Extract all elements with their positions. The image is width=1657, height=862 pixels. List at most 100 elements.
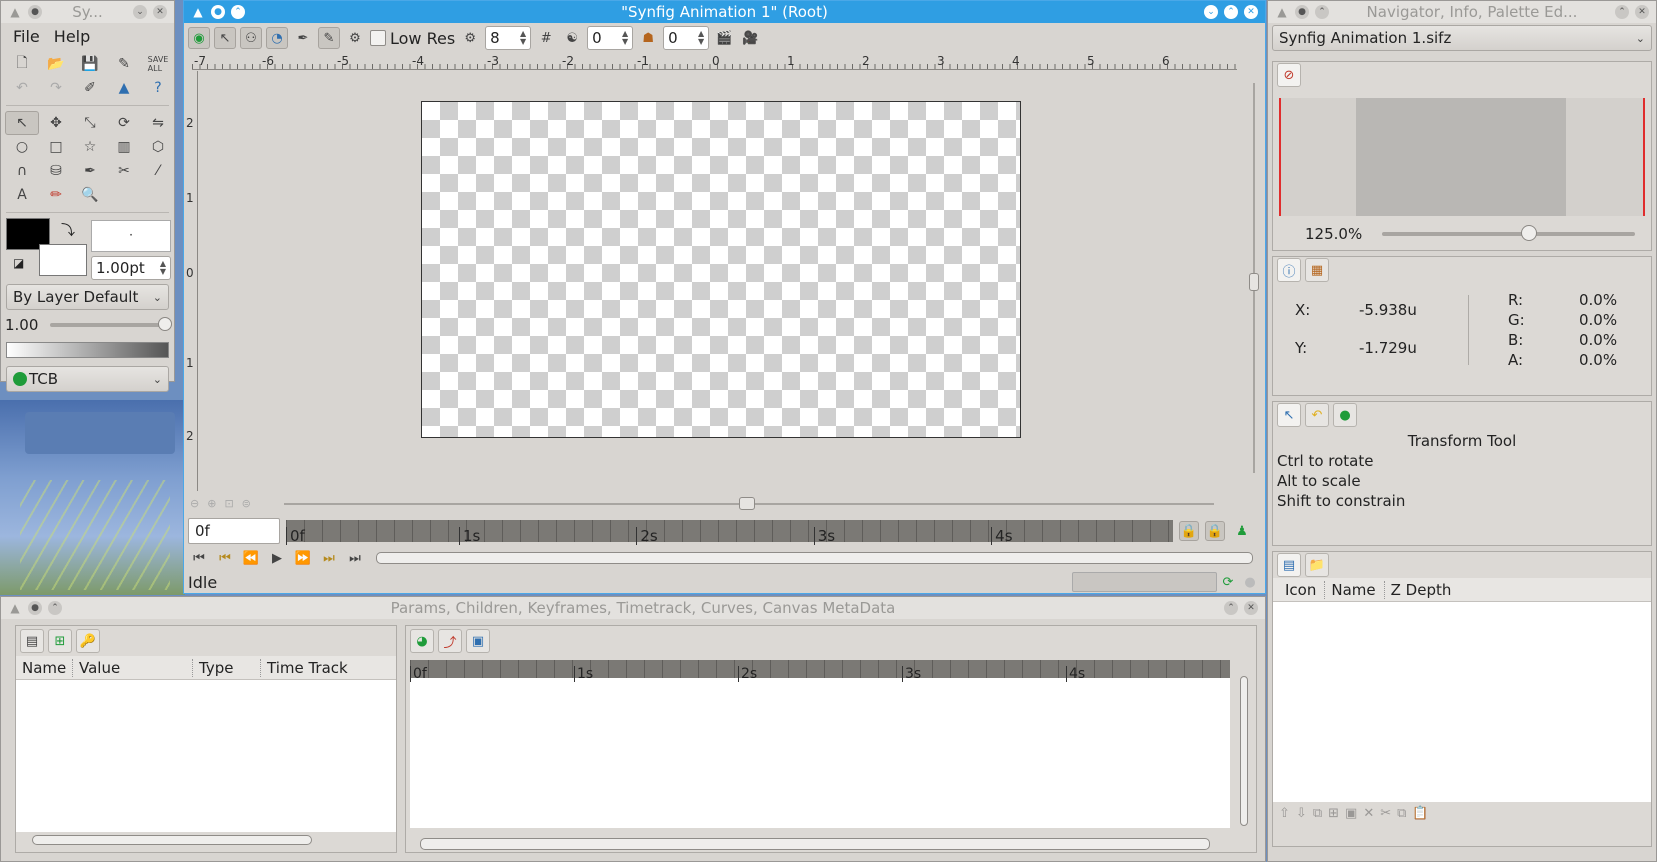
zoom-fit-icon[interactable]: ⊡ bbox=[224, 497, 233, 510]
prev-keyframe-icon[interactable]: ⏮ bbox=[214, 547, 236, 569]
encapsulate-layer-icon[interactable]: ⊞ bbox=[1328, 806, 1339, 821]
timetrack-tab-icon[interactable]: ◕ bbox=[410, 629, 434, 653]
copy-icon[interactable]: ⧉ bbox=[1397, 806, 1406, 821]
timetrack-area[interactable] bbox=[410, 678, 1230, 828]
play-icon[interactable]: ▶ bbox=[266, 547, 288, 569]
show-handles-icon[interactable]: ◉ bbox=[188, 27, 210, 49]
refresh-icon[interactable]: ⟳ bbox=[1217, 571, 1239, 593]
canvas-metadata-tab-icon[interactable]: ▣ bbox=[466, 629, 490, 653]
show-transform-icon[interactable]: ⚇ bbox=[240, 27, 262, 49]
params-list[interactable] bbox=[16, 680, 396, 832]
stop-icon[interactable]: ● bbox=[1239, 571, 1261, 593]
column-type[interactable]: Type bbox=[192, 658, 260, 677]
show-angle-icon[interactable]: ◔ bbox=[266, 27, 288, 49]
window-menu-icon[interactable]: ● bbox=[28, 601, 42, 615]
spin-arrows-icon[interactable]: ▲ ▼ bbox=[160, 260, 166, 276]
paste-icon[interactable]: 📋 bbox=[1412, 806, 1428, 821]
vertical-scrollbar[interactable] bbox=[1249, 73, 1259, 488]
prev-frame-icon[interactable]: ⏪ bbox=[240, 547, 262, 569]
save-icon[interactable]: 💾 bbox=[73, 52, 107, 76]
fill-color-swatch[interactable] bbox=[39, 244, 87, 276]
spin-arrows-icon[interactable]: ▲ ▼ bbox=[698, 30, 704, 46]
interpolation-select[interactable]: TCB ⌄ bbox=[6, 366, 169, 392]
zoom-reset-icon[interactable]: ⊜ bbox=[242, 497, 251, 510]
maximize-icon[interactable]: ⌃ bbox=[1224, 601, 1238, 615]
maximize-icon[interactable]: ⌃ bbox=[1615, 5, 1629, 19]
timetrack-ruler[interactable]: 0f 1s 2s 3s 4s bbox=[410, 660, 1230, 682]
keyframes-tab-icon[interactable]: 🔑 bbox=[76, 629, 100, 653]
onion-past-input[interactable]: 0 ▲ ▼ bbox=[587, 26, 634, 50]
seek-end-icon[interactable]: ⏭ bbox=[344, 547, 366, 569]
zoom-out-icon[interactable]: ⊖ bbox=[190, 497, 199, 510]
scroll-thumb[interactable] bbox=[739, 497, 755, 510]
cut-icon[interactable]: ✂ bbox=[1380, 806, 1391, 821]
slider-handle[interactable] bbox=[1521, 225, 1538, 241]
tool-options-tab-icon[interactable]: ↖ bbox=[1277, 403, 1301, 427]
keep-above-icon[interactable]: ⌃ bbox=[1315, 5, 1329, 19]
show-width-icon[interactable]: ✎ bbox=[318, 27, 340, 49]
library-tab-icon[interactable]: ▦ bbox=[1305, 258, 1329, 282]
timetrack-hscroll[interactable] bbox=[420, 838, 1210, 850]
resolution-input[interactable]: 8 ▲ ▼ bbox=[485, 26, 532, 50]
column-name[interactable]: Name bbox=[16, 659, 72, 677]
new-file-icon[interactable]: 🗋 bbox=[5, 52, 39, 76]
lock-past-keyframe-icon[interactable]: 🔒 bbox=[1179, 521, 1199, 541]
close-icon[interactable]: ✕ bbox=[1244, 5, 1258, 19]
cutout-tool-icon[interactable]: ✂ bbox=[107, 159, 141, 183]
keyframe-lock-tab-icon[interactable]: ● bbox=[1333, 403, 1357, 427]
keep-above-icon[interactable]: ⌃ bbox=[231, 5, 245, 19]
minimize-icon[interactable]: ⌄ bbox=[133, 5, 147, 19]
column-name[interactable]: Name bbox=[1324, 580, 1383, 599]
mirror-tool-icon[interactable]: ⇋ bbox=[141, 111, 175, 135]
scroll-thumb[interactable] bbox=[32, 835, 312, 845]
seek-begin-icon[interactable]: ⏮ bbox=[188, 547, 210, 569]
column-icon[interactable]: Icon bbox=[1279, 581, 1324, 599]
redo-icon[interactable]: ↷ bbox=[39, 76, 73, 100]
onion-future-icon[interactable]: ☗ bbox=[637, 27, 659, 49]
menu-help[interactable]: Help bbox=[54, 27, 90, 46]
render-quality-icon[interactable]: ⚙ bbox=[344, 27, 366, 49]
draw-tool-icon[interactable]: ✒ bbox=[73, 159, 107, 183]
text-tool-icon[interactable]: A bbox=[5, 183, 39, 207]
slider-handle[interactable] bbox=[158, 317, 172, 331]
scale-tool-icon[interactable]: ⤡ bbox=[73, 111, 107, 135]
time-slider[interactable]: 0f 1s 2s 3s 4s bbox=[286, 520, 1173, 545]
time-window-slider[interactable] bbox=[376, 552, 1253, 564]
column-value[interactable]: Value bbox=[72, 658, 192, 677]
show-radius-icon[interactable]: ↖ bbox=[214, 27, 236, 49]
window-menu-icon[interactable]: ● bbox=[1295, 5, 1309, 19]
close-icon[interactable]: ✕ bbox=[153, 5, 167, 19]
opacity-slider[interactable] bbox=[50, 317, 172, 331]
library-tab-icon[interactable]: 📁 bbox=[1305, 553, 1329, 577]
minimize-icon[interactable]: ⌄ bbox=[1204, 5, 1218, 19]
fill-tool-icon[interactable]: ⛁ bbox=[39, 159, 73, 183]
layers-list[interactable] bbox=[1273, 602, 1651, 802]
column-z-depth[interactable]: Z Depth bbox=[1383, 580, 1460, 599]
scroll-thumb[interactable] bbox=[1240, 676, 1248, 826]
layers-tab-icon[interactable]: ▤ bbox=[1277, 553, 1301, 577]
info-tab-icon[interactable]: ⓘ bbox=[1277, 258, 1301, 282]
spline-tool-icon[interactable]: ∩ bbox=[5, 159, 39, 183]
grid-icon[interactable]: # bbox=[535, 27, 557, 49]
duplicate-layer-icon[interactable]: ⧉ bbox=[1313, 806, 1322, 821]
polygon-tool-icon[interactable]: ⬡ bbox=[141, 135, 175, 159]
rotate-tool-icon[interactable]: ⟳ bbox=[107, 111, 141, 135]
swap-colors-icon[interactable]: ⤵ bbox=[61, 220, 75, 240]
save-as-icon[interactable]: ✎ bbox=[107, 52, 141, 76]
timetrack-vscroll[interactable] bbox=[1238, 666, 1250, 836]
lock-future-keyframe-icon[interactable]: 🔒 bbox=[1205, 521, 1225, 541]
zoom-in-icon[interactable]: ⊕ bbox=[207, 497, 216, 510]
window-menu-icon[interactable]: ● bbox=[211, 5, 225, 19]
zoom-tool-icon[interactable]: 🔍 bbox=[73, 183, 107, 207]
star-tool-icon[interactable]: ☆ bbox=[73, 135, 107, 159]
stroke-width-input[interactable]: 1.00pt ▲ ▼ bbox=[91, 256, 171, 280]
canvas-file-select[interactable]: Synfig Animation 1.sifz ⌄ bbox=[1272, 25, 1652, 51]
gradient-preview[interactable] bbox=[6, 342, 169, 358]
window-menu-icon[interactable]: ● bbox=[28, 5, 42, 19]
preview-icon[interactable]: 🎥 bbox=[739, 27, 761, 49]
spin-arrows-icon[interactable]: ▲ ▼ bbox=[520, 30, 526, 46]
next-keyframe-icon[interactable]: ⏭ bbox=[318, 547, 340, 569]
eyedropper-tool-icon[interactable]: ⁄ bbox=[141, 159, 175, 183]
save-all-icon[interactable]: SAVE ALL bbox=[141, 52, 175, 76]
raise-layer-icon[interactable]: ⇧ bbox=[1279, 806, 1290, 821]
